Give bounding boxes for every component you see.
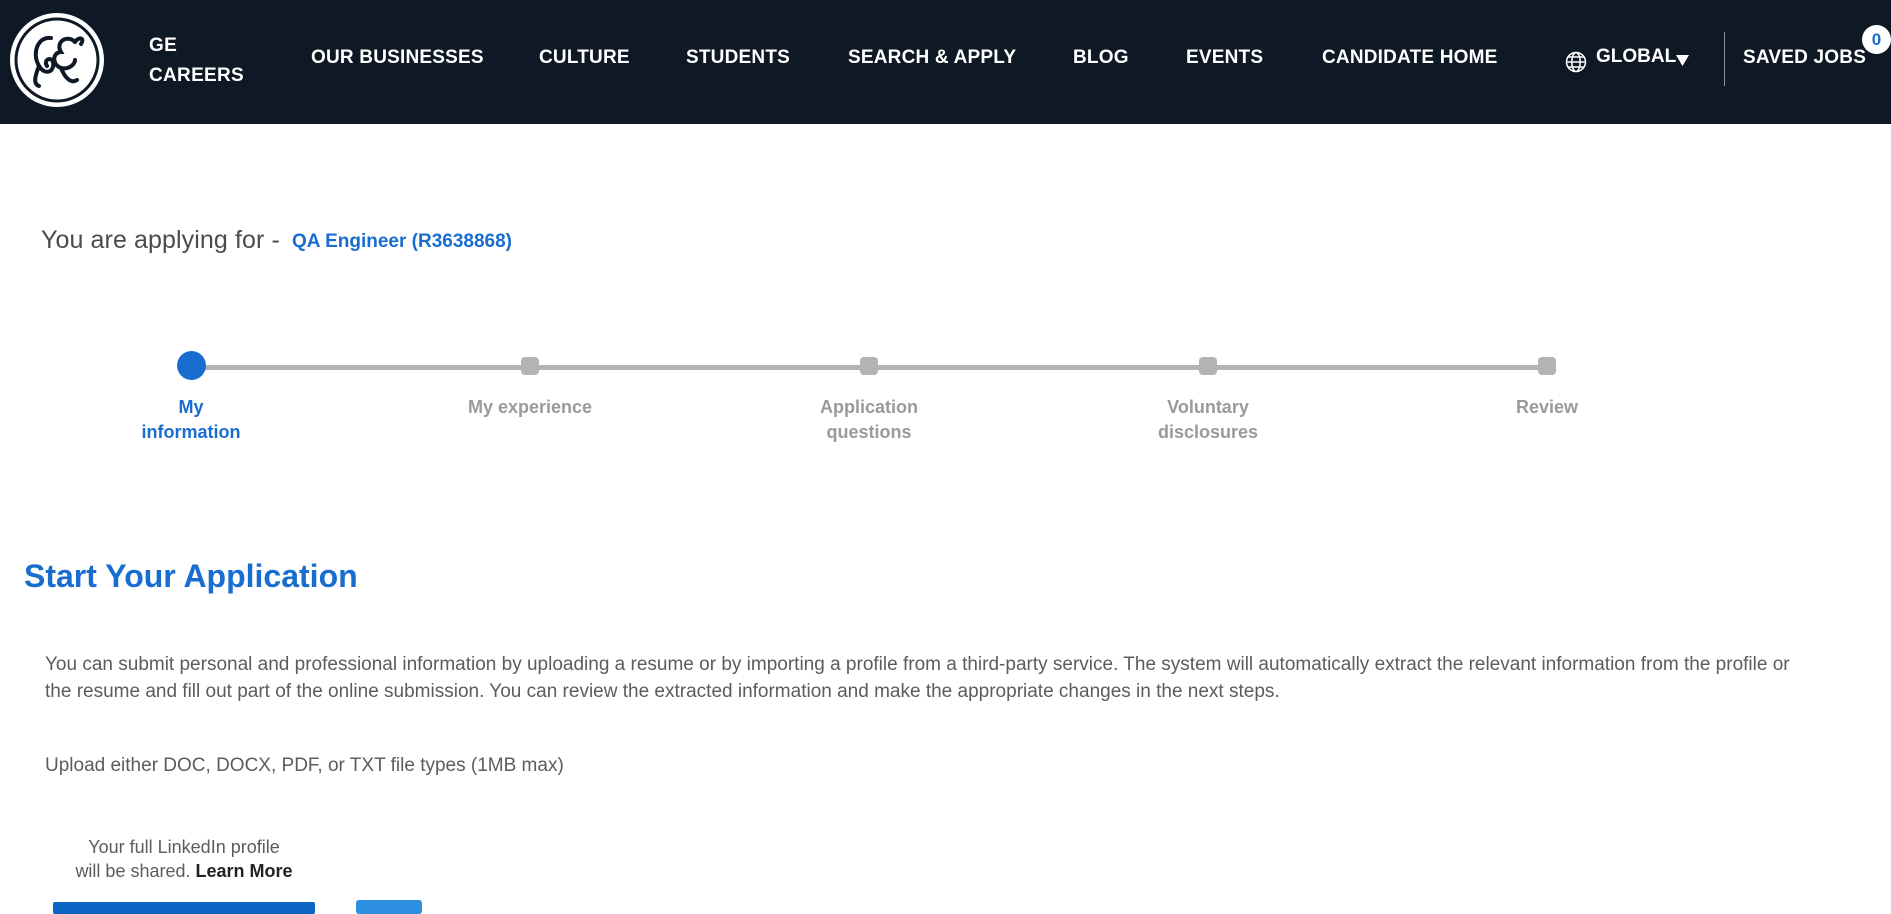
brand-line-2: CAREERS <box>149 65 245 86</box>
linkedin-note-line-2: will be shared. Learn More <box>62 859 306 883</box>
applying-for-label: You are applying for - <box>41 226 280 254</box>
region-label: GLOBAL <box>1596 46 1677 67</box>
linkedin-note-line-1: Your full LinkedIn profile <box>88 837 280 857</box>
apply-with-linkedin-button[interactable] <box>53 902 315 914</box>
step-label-line: Voluntary <box>1167 397 1249 417</box>
step-voluntary-disclosures[interactable]: Voluntary disclosures <box>1108 395 1308 445</box>
nav-search-apply[interactable]: SEARCH & APPLY <box>848 47 1016 73</box>
nav-culture[interactable]: CULTURE <box>539 47 630 73</box>
ge-logo-icon[interactable] <box>9 12 105 108</box>
step-my-experience[interactable]: My experience <box>430 395 630 420</box>
step-my-information[interactable]: My information <box>91 395 291 445</box>
step-application-questions[interactable]: Application questions <box>769 395 969 445</box>
globe-icon <box>1565 51 1587 73</box>
intro-line-2: the resume and fill out part of the onli… <box>45 681 1280 702</box>
nav-our-businesses[interactable]: OUR BUSINESSES <box>311 47 484 73</box>
learn-more-link[interactable]: Learn More <box>196 861 293 881</box>
nav-events[interactable]: EVENTS <box>1186 47 1263 73</box>
top-navigation-bar: GE CAREERS OUR BUSINESSES CULTURE STUDEN… <box>0 0 1891 124</box>
linkedin-note-text: will be shared. <box>75 861 191 881</box>
intro-text: You can submit personal and professional… <box>45 651 1891 705</box>
step-marker-review <box>1538 357 1556 375</box>
linkedin-share-note: Your full LinkedIn profile will be share… <box>62 835 306 883</box>
step-review[interactable]: Review <box>1447 395 1647 420</box>
saved-jobs-link[interactable]: SAVED JOBS <box>1743 47 1866 73</box>
caret-down-icon <box>1676 55 1689 66</box>
step-marker-voluntary-disclosures <box>1199 357 1217 375</box>
nav-students[interactable]: STUDENTS <box>686 47 790 73</box>
brand-line-1: GE <box>149 35 178 56</box>
header-divider <box>1724 32 1725 86</box>
brand-name[interactable]: GE CAREERS <box>149 31 259 91</box>
step-label-line: Review <box>1515 397 1579 417</box>
step-marker-my-experience <box>521 357 539 375</box>
saved-jobs-count-badge: 0 <box>1862 25 1891 54</box>
step-label-line: My experience <box>467 397 593 417</box>
upload-file-types-note: Upload either DOC, DOCX, PDF, or TXT fil… <box>45 755 564 776</box>
upload-resume-button[interactable] <box>356 900 422 914</box>
step-label-line: Application <box>820 397 918 417</box>
job-title-link[interactable]: QA Engineer (R3638868) <box>292 231 512 253</box>
step-marker-my-information <box>177 351 206 380</box>
intro-line-1: You can submit personal and professional… <box>45 654 1790 675</box>
page-title: Start Your Application <box>24 558 358 594</box>
step-label-line: questions <box>826 422 912 442</box>
nav-blog[interactable]: BLOG <box>1073 47 1129 73</box>
nav-candidate-home[interactable]: CANDIDATE HOME <box>1322 47 1498 73</box>
step-label-line: disclosures <box>1157 422 1259 442</box>
step-marker-application-questions <box>860 357 878 375</box>
step-label-line: information <box>141 422 241 442</box>
step-label-line: My <box>178 397 204 417</box>
